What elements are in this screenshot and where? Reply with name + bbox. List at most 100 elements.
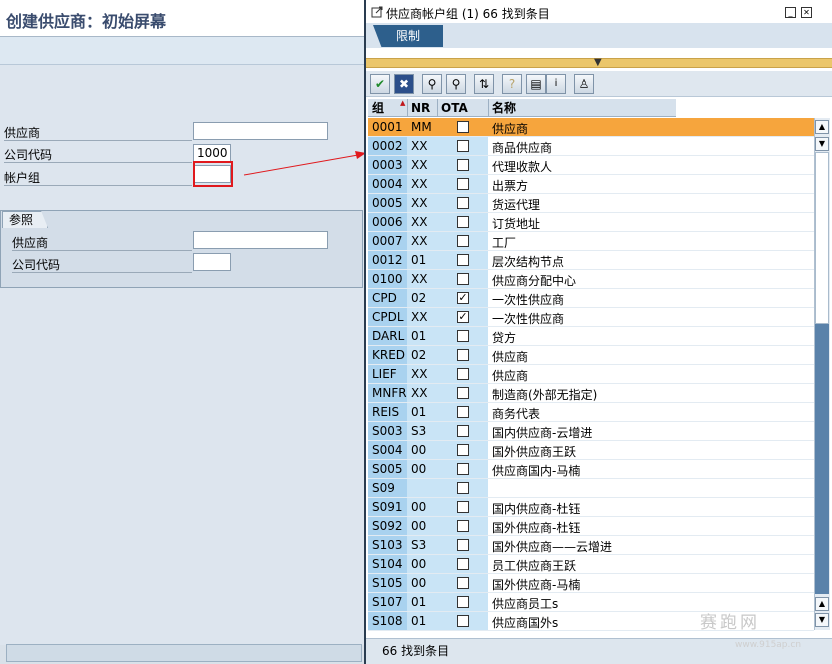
info-icon[interactable]: i	[546, 74, 566, 94]
close-icon[interactable]: ✕	[801, 7, 812, 18]
ota-checkbox[interactable]	[457, 406, 469, 418]
table-row[interactable]: 0003 XX 代理收款人	[368, 156, 814, 175]
help-icon[interactable]: ?	[502, 74, 522, 94]
company-code-input[interactable]: 1000	[193, 144, 231, 162]
ota-checkbox[interactable]	[457, 463, 469, 475]
ota-checkbox[interactable]	[457, 235, 469, 247]
cell-name: 贷方	[492, 331, 517, 345]
ota-checkbox[interactable]	[457, 520, 469, 532]
ota-checkbox[interactable]	[457, 596, 469, 608]
table-row[interactable]: 0007 XX 工厂	[368, 232, 814, 251]
scroll-up-page-icon[interactable]: ▼	[815, 137, 829, 151]
sort-icon[interactable]: ⇅	[474, 74, 494, 94]
ota-checkbox[interactable]	[457, 577, 469, 589]
ota-checkbox[interactable]	[457, 349, 469, 361]
table-row[interactable]: 0012 01 层次结构节点	[368, 251, 814, 270]
cell-group: S092	[372, 519, 403, 533]
table-row[interactable]: S005 00 供应商国内-马楠	[368, 460, 814, 479]
ref-company-code-underline	[12, 272, 192, 273]
ota-checkbox[interactable]	[457, 425, 469, 437]
cell-nr: XX	[411, 272, 428, 286]
callout-arrow	[243, 151, 366, 176]
tab-restrictions[interactable]: 限制	[373, 25, 443, 47]
cancel-icon[interactable]: ✖	[394, 74, 414, 94]
col-header-nr[interactable]: NR	[411, 100, 430, 116]
ota-checkbox[interactable]	[457, 216, 469, 228]
ota-checkbox[interactable]	[457, 254, 469, 266]
table-row[interactable]: LIEF XX 供应商	[368, 365, 814, 384]
ota-checkbox[interactable]	[457, 501, 469, 513]
table-row[interactable]: S104 00 员工供应商王跃	[368, 555, 814, 574]
cell-name: 国外供应商-杜钰	[492, 521, 581, 535]
ota-checkbox[interactable]: ✓	[457, 311, 469, 323]
cell-name: 供应商分配中心	[492, 274, 577, 288]
minimize-icon[interactable]: _	[785, 7, 796, 18]
find-icon[interactable]: ⚲	[422, 74, 442, 94]
ota-checkbox[interactable]	[457, 178, 469, 190]
ref-company-code-label: 公司代码	[12, 258, 61, 272]
scroll-up-icon[interactable]: ▲	[815, 120, 829, 134]
table-row[interactable]: S003 S3 国内供应商-云增进	[368, 422, 814, 441]
table-row[interactable]: REIS 01 商务代表	[368, 403, 814, 422]
scroll-down-icon[interactable]: ▼	[815, 613, 829, 627]
table-row[interactable]: 0001 MM 供应商	[368, 118, 814, 137]
cell-group: 0007	[372, 234, 403, 248]
scroll-down-page-icon[interactable]: ▲	[815, 597, 829, 611]
table-row[interactable]: 0006 XX 订货地址	[368, 213, 814, 232]
table-row[interactable]: MNFR XX 制造商(外部无指定)	[368, 384, 814, 403]
table-row[interactable]: 0004 XX 出票方	[368, 175, 814, 194]
print-icon[interactable]: ▤	[526, 74, 546, 94]
table-row[interactable]: S105 00 国外供应商-马楠	[368, 574, 814, 593]
ota-checkbox[interactable]	[457, 615, 469, 627]
ref-company-code-input[interactable]	[193, 253, 231, 271]
table-row[interactable]: CPD 02 ✓ 一次性供应商	[368, 289, 814, 308]
table-row[interactable]: 0005 XX 货运代理	[368, 194, 814, 213]
table-row[interactable]: KRED 02 供应商	[368, 346, 814, 365]
table-row[interactable]: S103 S3 国外供应商——云增进	[368, 536, 814, 555]
find-next-icon[interactable]: ⚲	[446, 74, 466, 94]
ref-vendor-input[interactable]	[193, 231, 328, 249]
account-group-underline	[4, 185, 192, 186]
table-row[interactable]: S09	[368, 479, 814, 498]
ota-checkbox[interactable]	[457, 444, 469, 456]
table-row[interactable]: S004 00 国外供应商王跃	[368, 441, 814, 460]
vendor-input[interactable]	[193, 122, 328, 140]
table-row[interactable]: CPDL XX ✓ 一次性供应商	[368, 308, 814, 327]
ota-checkbox[interactable]: ✓	[457, 292, 469, 304]
expand-arrow-icon[interactable]: ▼	[594, 57, 602, 68]
ota-checkbox[interactable]	[457, 387, 469, 399]
check-icon[interactable]: ✔	[370, 74, 390, 94]
ota-checkbox[interactable]	[457, 273, 469, 285]
cell-nr: XX	[411, 158, 428, 172]
cell-nr: 01	[411, 329, 427, 343]
ota-checkbox[interactable]	[457, 558, 469, 570]
cell-nr: 01	[411, 253, 427, 267]
scrollbar-thumb[interactable]	[815, 324, 829, 594]
reference-tab: 参照	[2, 211, 49, 228]
cell-name: 国内供应商-杜钰	[492, 502, 581, 516]
cell-group: S107	[372, 595, 403, 609]
ota-checkbox[interactable]	[457, 330, 469, 342]
table-row[interactable]: 0002 XX 商品供应商	[368, 137, 814, 156]
table-row[interactable]: 0100 XX 供应商分配中心	[368, 270, 814, 289]
col-header-ota[interactable]: OTA	[441, 100, 468, 116]
main-toolbar	[0, 37, 364, 65]
ota-checkbox[interactable]	[457, 121, 469, 133]
ota-checkbox[interactable]	[457, 539, 469, 551]
ota-checkbox[interactable]	[457, 159, 469, 171]
cell-name: 层次结构节点	[492, 255, 565, 269]
col-header-name[interactable]: 名称	[492, 100, 516, 116]
cell-name: 一次性供应商	[492, 293, 565, 307]
ota-checkbox[interactable]	[457, 368, 469, 380]
ota-checkbox[interactable]	[457, 482, 469, 494]
table-row[interactable]: S092 00 国外供应商-杜钰	[368, 517, 814, 536]
ota-checkbox[interactable]	[457, 197, 469, 209]
ota-checkbox[interactable]	[457, 140, 469, 152]
table-row[interactable]: S091 00 国内供应商-杜钰	[368, 498, 814, 517]
cell-group: REIS	[372, 405, 400, 419]
table-row[interactable]: DARL 01 贷方	[368, 327, 814, 346]
personal-list-icon[interactable]: ♙	[574, 74, 594, 94]
scrollbar-track[interactable]	[815, 152, 829, 324]
col-header-group[interactable]: 组	[372, 100, 384, 116]
company-code-label: 公司代码	[4, 148, 53, 162]
